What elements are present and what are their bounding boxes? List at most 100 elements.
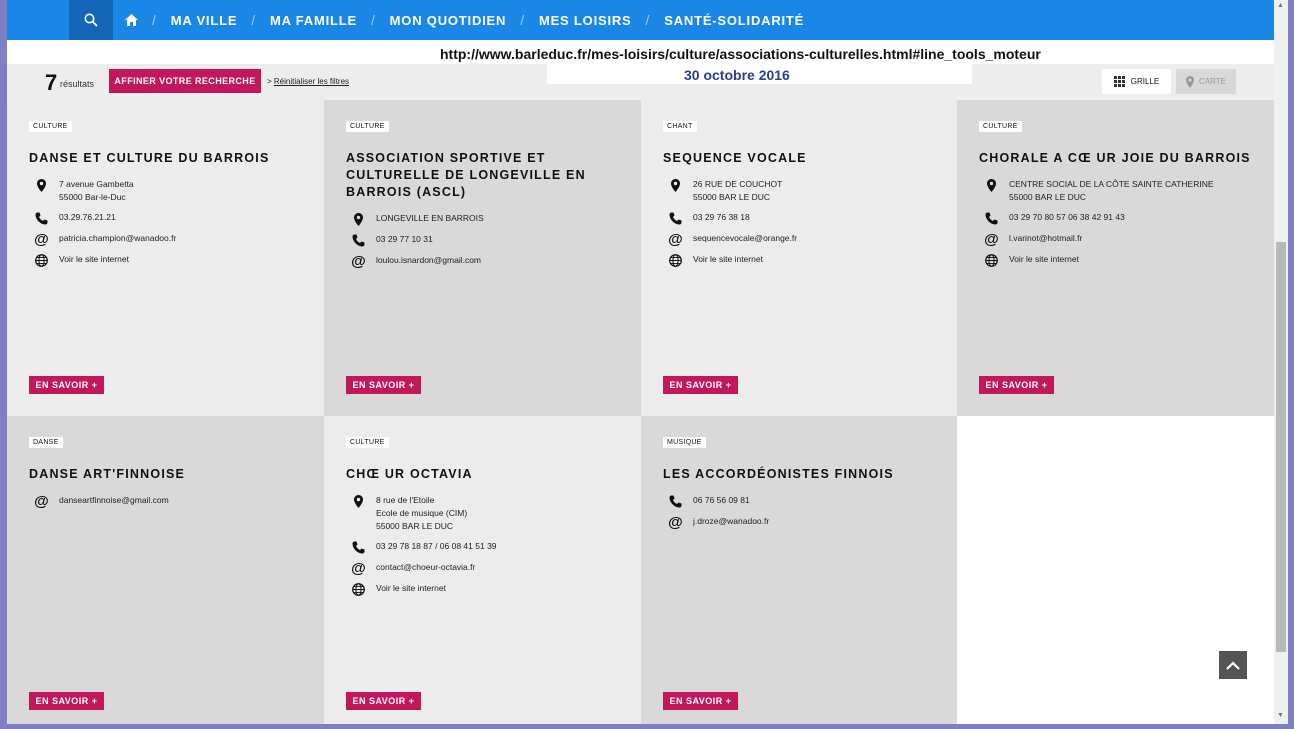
browser-page: / MA VILLE / MA FAMILLE / MON QUOTIDIEN / ME… [7, 0, 1288, 724]
reset-filters-link[interactable]: > Réinitialiser les filtres [267, 77, 349, 86]
card-title[interactable]: SEQUENCE VOCALE [663, 150, 933, 167]
phone-text[interactable]: 03.29.76.21.21 [59, 211, 116, 224]
address-row: CENTRE SOCIAL DE LA CÔTE SAINTE CATHERIN… [983, 178, 1253, 204]
email-row: @ contact@choeur-octavia.fr [350, 559, 620, 577]
map-pin-icon [33, 178, 50, 192]
nav-item-mes-loisirs[interactable]: / MES LOISIRS [506, 12, 631, 28]
en-savoir-plus-button[interactable]: EN SAVOIR + [346, 692, 421, 710]
en-savoir-plus-button[interactable]: EN SAVOIR + [979, 376, 1054, 394]
contact-list: 26 RUE DE COUCHOT 55000 BAR LE DUC 03 29… [667, 178, 937, 274]
map-pin-icon [667, 178, 684, 192]
address-row: LONGEVILLE EN BARROIS [350, 212, 620, 226]
contact-list: LONGEVILLE EN BARROIS 03 29 77 10 31 @ lo… [350, 212, 620, 275]
phone-text[interactable]: 03 29 78 18 87 / 06 08 41 51 39 [376, 540, 497, 553]
nav-item-sante-solidarite[interactable]: / SANTÉ-SOLIDARITÉ [632, 12, 805, 28]
at-icon: @ [668, 513, 683, 531]
email-link[interactable]: patricia.champion@wanadoo.fr [59, 232, 176, 245]
category-tag: CULTURE [29, 121, 72, 132]
card-title[interactable]: CHORALE A CŒ UR JOIE DU BARROIS [979, 150, 1269, 167]
nav-item-ma-famille[interactable]: / MA FAMILLE [237, 12, 357, 28]
address-text: CENTRE SOCIAL DE LA CÔTE SAINTE CATHERIN… [1009, 179, 1214, 202]
at-icon: @ [351, 252, 366, 270]
category-tag: DANSE [29, 437, 63, 448]
map-pin-icon [350, 212, 367, 226]
nav-item-mon-quotidien[interactable]: / MON QUOTIDIEN [357, 12, 506, 28]
phone-text[interactable]: 03 29 76 38 18 [693, 211, 750, 224]
scrollbar-thumb[interactable] [1276, 242, 1286, 652]
map-view-button[interactable]: CARTE [1176, 69, 1236, 94]
category-tag: MUSIQUE [663, 437, 706, 448]
search-button[interactable] [69, 0, 113, 40]
phone-row: 03.29.76.21.21 [33, 211, 303, 225]
phone-row: 03 29 78 18 87 / 06 08 41 51 39 [350, 540, 620, 554]
globe-icon [667, 253, 684, 267]
phone-icon [983, 211, 1000, 225]
email-row: @ j.droze@wanadoo.fr [667, 513, 937, 531]
scroll-up-arrow-icon[interactable]: ▲ [1277, 2, 1284, 9]
map-pin-icon [983, 178, 1000, 192]
phone-text[interactable]: 03 29 70 80 57 06 38 42 91 43 [1009, 211, 1125, 224]
grid-view-button[interactable]: GRILLE [1102, 69, 1171, 94]
site-logo[interactable] [7, 0, 69, 40]
website-row: Voir le site internet [350, 582, 620, 596]
en-savoir-plus-button[interactable]: EN SAVOIR + [29, 376, 104, 394]
website-link[interactable]: Voir le site internet [59, 253, 129, 266]
category-tag: CULTURE [346, 121, 389, 132]
website-link[interactable]: Voir le site internet [693, 253, 763, 266]
email-link[interactable]: danseartfinnoise@gmail.com [59, 494, 169, 507]
card-title[interactable]: DANSE ET CULTURE DU BARROIS [29, 150, 299, 167]
email-link[interactable]: l.varinot@hotmail.fr [1009, 232, 1082, 245]
email-link[interactable]: j.droze@wanadoo.fr [693, 515, 769, 528]
card-title[interactable]: CHŒ UR OCTAVIA [346, 466, 616, 483]
result-count-label: résultats [60, 79, 95, 89]
search-icon [84, 13, 98, 27]
association-card: MUSIQUE LES ACCORDÉONISTES FINNOIS 06 76… [641, 416, 958, 724]
at-icon: @ [34, 230, 49, 248]
vertical-scrollbar[interactable]: ▲ ▼ [1274, 0, 1288, 724]
date-text: 30 octobre 2016 [684, 67, 790, 83]
back-to-top-button[interactable] [1219, 651, 1247, 679]
refine-search-button[interactable]: AFFINER VOTRE RECHERCHE [109, 69, 261, 93]
at-icon: @ [34, 492, 49, 510]
card-title[interactable]: ASSOCIATION SPORTIVE ET CULTURELLE DE LO… [346, 150, 616, 201]
globe-icon [33, 253, 50, 267]
result-count: 7 [45, 70, 58, 95]
association-card: CULTURE CHŒ UR OCTAVIA 8 rue de l'Etoile… [324, 416, 641, 724]
scroll-down-arrow-icon[interactable]: ▼ [1277, 712, 1284, 719]
address-row: 7 avenue Gambetta 55000 Bar-le-Duc [33, 178, 303, 204]
website-row: Voir le site internet [33, 253, 303, 267]
grid-icon [1113, 76, 1125, 87]
nav-item-ma-ville[interactable]: / MA VILLE [138, 12, 237, 28]
email-link[interactable]: sequencevocale@orange.fr [693, 232, 797, 245]
card-title[interactable]: DANSE ART'FINNOISE [29, 466, 299, 483]
category-tag: CHANT [663, 121, 697, 132]
phone-icon [667, 494, 684, 508]
en-savoir-plus-button[interactable]: EN SAVOIR + [346, 376, 421, 394]
nav-home[interactable] [125, 14, 138, 26]
category-tag: CULTURE [346, 437, 389, 448]
address-text: LONGEVILLE EN BARROIS [376, 213, 484, 223]
email-link[interactable]: contact@choeur-octavia.fr [376, 561, 475, 574]
phone-icon [350, 540, 367, 554]
at-icon: @ [351, 559, 366, 577]
home-icon [125, 14, 138, 26]
phone-icon [667, 211, 684, 225]
en-savoir-plus-button[interactable]: EN SAVOIR + [663, 376, 738, 394]
email-row: @ patricia.champion@wanadoo.fr [33, 230, 303, 248]
map-pin-icon [350, 494, 367, 508]
website-row: Voir le site internet [983, 253, 1253, 267]
association-card: CULTURE DANSE ET CULTURE DU BARROIS 7 av… [7, 100, 324, 416]
en-savoir-plus-button[interactable]: EN SAVOIR + [663, 692, 738, 710]
website-link[interactable]: Voir le site internet [1009, 253, 1079, 266]
phone-text[interactable]: 06 76 56 09 81 [693, 494, 750, 507]
email-link[interactable]: loulou.isnardon@gmail.com [376, 254, 481, 267]
address-row: 26 RUE DE COUCHOT 55000 BAR LE DUC [667, 178, 937, 204]
phone-icon [350, 233, 367, 247]
website-link[interactable]: Voir le site internet [376, 582, 446, 595]
chevron-right-icon: > [267, 77, 272, 86]
card-title[interactable]: LES ACCORDÉONISTES FINNOIS [663, 466, 933, 483]
en-savoir-plus-button[interactable]: EN SAVOIR + [29, 692, 104, 710]
phone-text[interactable]: 03 29 77 10 31 [376, 233, 433, 246]
contact-list: 06 76 56 09 81 @ j.droze@wanadoo.fr [667, 494, 937, 536]
nav-menu: / MA VILLE / MA FAMILLE / MON QUOTIDIEN / ME… [125, 0, 804, 40]
